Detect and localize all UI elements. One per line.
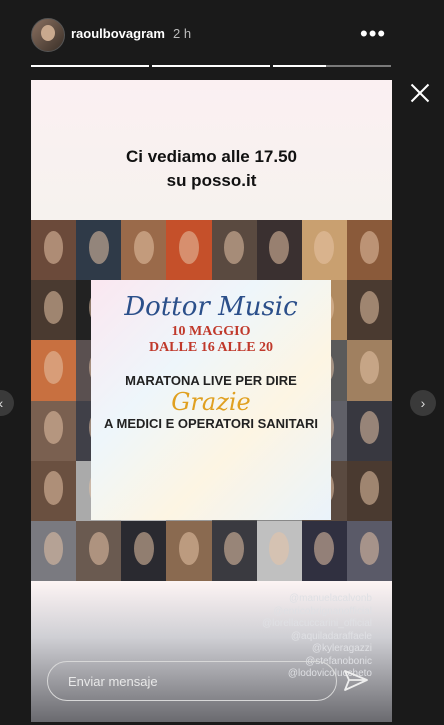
grazie-word: Grazie (171, 388, 251, 416)
avatar[interactable] (31, 18, 65, 52)
close-icon[interactable] (409, 82, 431, 104)
mention-link[interactable]: @enricobrignanofficial (262, 606, 372, 619)
progress-segment (273, 65, 391, 67)
portrait (256, 520, 302, 581)
event-date: 10 MAGGIO (171, 324, 251, 339)
portrait (346, 220, 392, 281)
portrait (121, 220, 167, 281)
portrait (166, 220, 212, 281)
brand-logo: Dottor Music (124, 292, 298, 322)
portrait (31, 520, 77, 581)
story-headline-line2: su posso.it (166, 171, 257, 190)
portrait (301, 520, 347, 581)
portrait (256, 220, 302, 281)
story-card: Ci vediamo alle 17.50 su posso.it Dottor… (31, 80, 392, 722)
more-horizontal-icon[interactable]: ••• (360, 23, 386, 45)
tagline-line2: A MEDICI E OPERATORI SANITARI (103, 416, 319, 431)
portrait (346, 340, 392, 401)
mention-link[interactable]: @aquiladaraffaele (262, 631, 372, 644)
progress-segment (152, 65, 270, 67)
portrait (346, 520, 392, 581)
mention-link[interactable]: @manuelacalvonb (262, 593, 372, 606)
portrait (76, 220, 122, 281)
portrait (121, 520, 167, 581)
portrait (346, 280, 392, 341)
next-story-icon[interactable]: › (410, 390, 436, 416)
portrait (166, 520, 212, 581)
portrait (301, 220, 347, 281)
previous-story-icon[interactable]: ‹ (0, 390, 14, 416)
mention-link[interactable]: @kyleragazzi (262, 643, 372, 656)
post-time: 2 h (173, 26, 192, 41)
story-headline-line1: Ci vediamo alle 17.50 (125, 147, 298, 166)
portrait (31, 400, 77, 461)
username[interactable]: raoulbovagram (71, 26, 165, 41)
portrait (31, 220, 77, 281)
portrait (346, 460, 392, 521)
mention-link[interactable]: @lorellacuccarini_official (262, 618, 372, 631)
portrait (76, 520, 122, 581)
portrait (211, 520, 257, 581)
portrait (31, 280, 77, 341)
event-hours: DALLE 16 ALLE 20 (148, 340, 274, 355)
portrait (31, 340, 77, 401)
send-icon[interactable] (343, 669, 369, 693)
portrait (31, 460, 77, 521)
portrait (346, 400, 392, 461)
tagline-line1: MARATONA LIVE PER DIRE (125, 373, 297, 388)
progress-segment (31, 65, 149, 67)
reply-input[interactable]: Enviar mensaje (47, 661, 337, 701)
portrait (211, 220, 257, 281)
